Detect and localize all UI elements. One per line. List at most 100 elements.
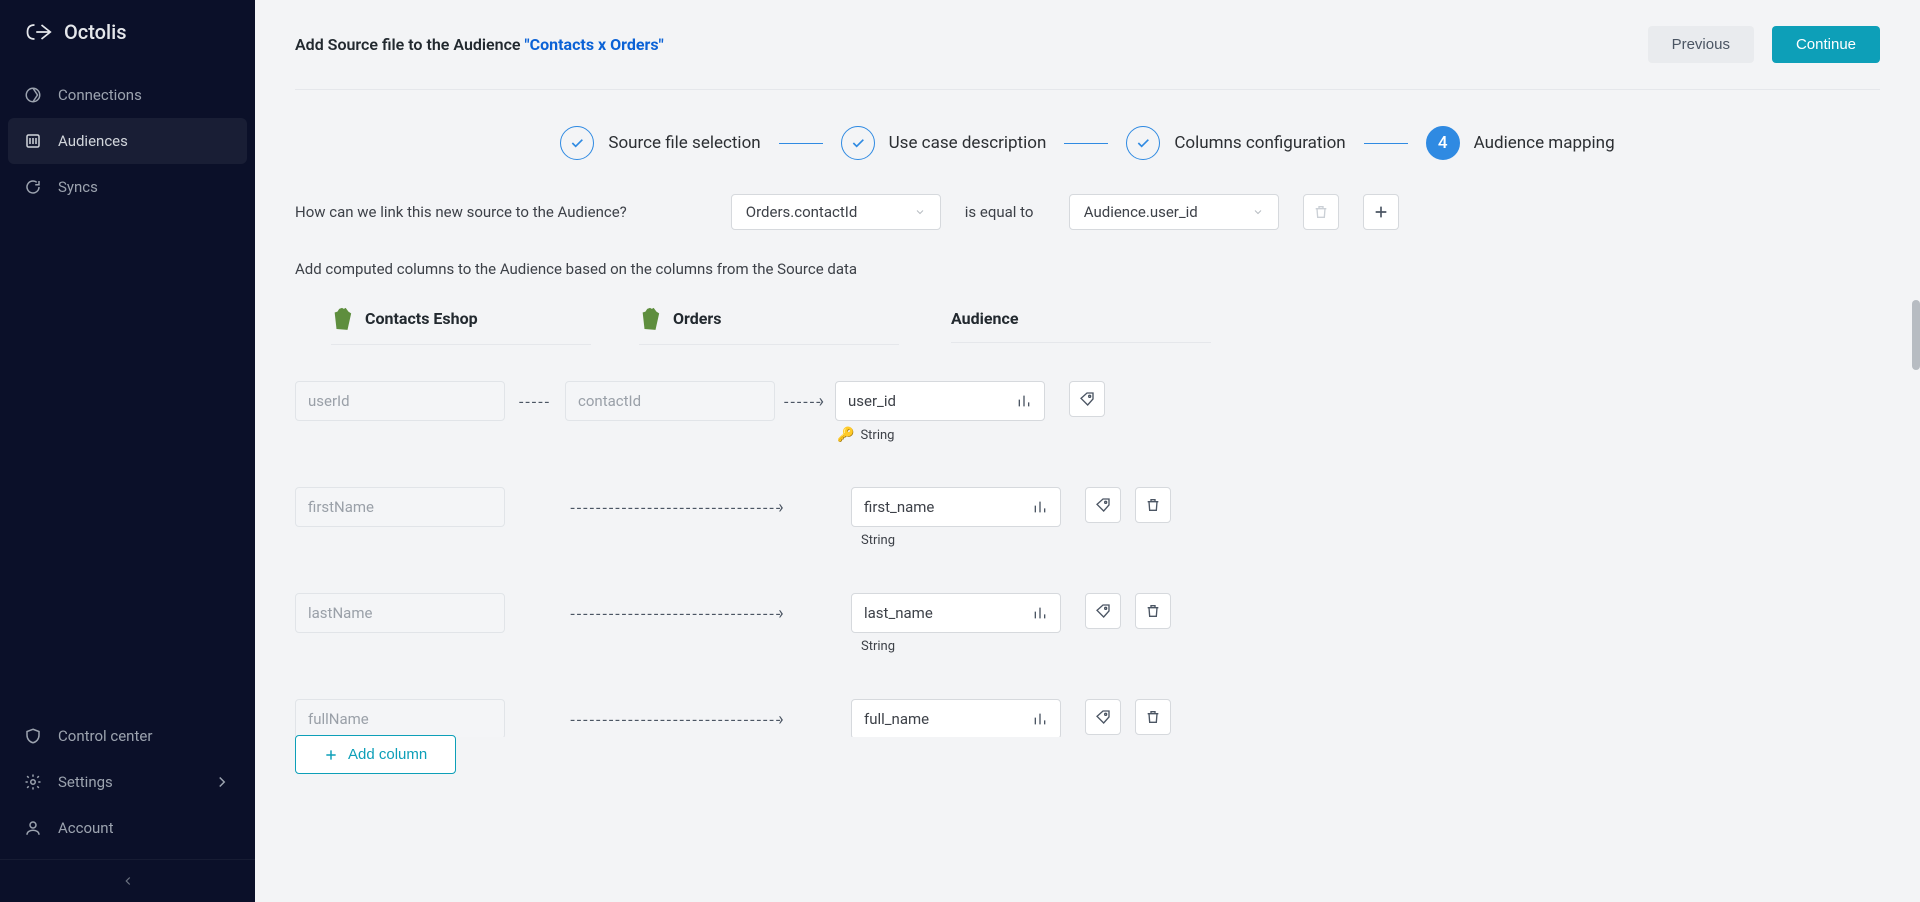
step-label: Audience mapping (1474, 133, 1615, 153)
row-actions (1045, 381, 1105, 417)
trash-icon (1313, 204, 1329, 220)
audience-field-value: last_name (864, 604, 933, 622)
bar-chart-icon (1032, 605, 1048, 621)
delete-row-button[interactable] (1135, 487, 1171, 523)
page-header: Add Source file to the Audience "Contact… (295, 26, 1880, 90)
step-use-case-description: Use case description (841, 126, 1047, 160)
connector-arrow: ---------------------------------› (505, 487, 851, 527)
tag-button[interactable] (1085, 699, 1121, 735)
sidebar: Octolis Connections Audiences Syncs Cont… (0, 0, 255, 902)
connections-icon (24, 86, 42, 104)
source1-field-box: userId (295, 381, 505, 421)
step-connector (1364, 143, 1408, 144)
tag-button[interactable] (1085, 487, 1121, 523)
chevron-down-icon (914, 206, 926, 218)
audience-type-label: String (851, 533, 1061, 548)
step-label: Columns configuration (1174, 133, 1345, 153)
scrollbar-indicator[interactable] (1912, 300, 1920, 370)
column-header-label: Audience (951, 309, 1018, 328)
stepper: Source file selection Use case descripti… (295, 90, 1880, 190)
user-icon (24, 819, 42, 837)
tag-button[interactable] (1085, 593, 1121, 629)
step-audience-mapping: 4 Audience mapping (1426, 126, 1615, 160)
octolis-logo-icon (24, 21, 52, 43)
previous-button[interactable]: Previous (1648, 26, 1754, 63)
connector-arrow: ---------------------------------› (505, 593, 851, 633)
app-name: Octolis (64, 20, 126, 44)
sidebar-item-syncs[interactable]: Syncs (0, 164, 255, 210)
sidebar-item-label: Settings (58, 773, 113, 791)
sidebar-item-account[interactable]: Account (0, 805, 255, 851)
audience-field-wrap: first_name String (851, 487, 1061, 548)
column-headers: Contacts Eshop Orders Audience (295, 296, 1880, 359)
check-icon (841, 126, 875, 160)
delete-row-button[interactable] (1135, 699, 1171, 735)
mapping-row: firstName ------------------------------… (295, 465, 1880, 571)
mapping-row: lastName -------------------------------… (295, 571, 1880, 677)
tag-button[interactable] (1069, 381, 1105, 417)
sidebar-item-control-center[interactable]: Control center (0, 713, 255, 759)
audience-field-select[interactable]: Audience.user_id (1069, 194, 1279, 230)
plus-icon (1373, 204, 1389, 220)
audience-field-input[interactable]: user_id (835, 381, 1045, 421)
audience-field-input[interactable]: last_name (851, 593, 1061, 633)
mapping-row: fullName -------------------------------… (295, 677, 1880, 737)
nav-top: Connections Audiences Syncs (0, 64, 255, 713)
continue-button[interactable]: Continue (1772, 26, 1880, 63)
mapping-row: userId ----- contactId ------› user_id 🔑… (295, 359, 1880, 465)
trash-icon (1145, 497, 1161, 513)
add-condition-button[interactable] (1363, 194, 1399, 230)
audience-field-input[interactable]: full_name (851, 699, 1061, 737)
check-icon (1126, 126, 1160, 160)
step-label: Source file selection (608, 133, 760, 153)
shopify-icon (331, 306, 353, 330)
audience-field-value: first_name (864, 498, 934, 516)
column-header-source2: Orders (639, 306, 899, 345)
bar-chart-icon (1032, 711, 1048, 727)
section-subhead: Add computed columns to the Audience bas… (295, 260, 1880, 296)
audience-type-label: 🔑String (835, 427, 1045, 443)
add-column-label: Add column (348, 746, 427, 763)
chevron-right-icon (213, 773, 231, 791)
syncs-icon (24, 178, 42, 196)
row-actions (1061, 593, 1171, 629)
nav-bottom: Control center Settings Account (0, 713, 255, 859)
audience-field-value: full_name (864, 710, 929, 728)
mapping-rows: userId ----- contactId ------› user_id 🔑… (295, 359, 1880, 737)
link-condition-row: How can we link this new source to the A… (295, 190, 1880, 260)
sidebar-item-connections[interactable]: Connections (0, 72, 255, 118)
audience-field-input[interactable]: first_name (851, 487, 1061, 527)
trash-icon (1145, 709, 1161, 725)
page-title: Add Source file to the Audience "Contact… (295, 35, 664, 54)
step-number-badge: 4 (1426, 126, 1460, 160)
step-connector (779, 143, 823, 144)
step-connector (1064, 143, 1108, 144)
plus-icon (324, 748, 338, 762)
column-header-label: Contacts Eshop (365, 309, 478, 328)
delete-row-button[interactable] (1135, 593, 1171, 629)
sidebar-item-label: Account (58, 819, 114, 837)
gear-icon (24, 773, 42, 791)
bar-chart-icon (1032, 499, 1048, 515)
main-content: Add Source file to the Audience "Contact… (255, 0, 1920, 902)
source-field-select[interactable]: Orders.contactId (731, 194, 941, 230)
sidebar-item-label: Control center (58, 727, 152, 745)
column-header-label: Orders (673, 309, 721, 328)
sidebar-item-audiences[interactable]: Audiences (8, 118, 247, 164)
row-actions (1061, 487, 1171, 523)
select-value: Audience.user_id (1084, 203, 1198, 221)
app-logo: Octolis (0, 0, 255, 64)
step-columns-configuration: Columns configuration (1126, 126, 1345, 160)
add-column-button[interactable]: Add column (295, 735, 456, 774)
audience-field-wrap: user_id 🔑String (835, 381, 1045, 443)
source1-field-box: lastName (295, 593, 505, 633)
tag-icon (1079, 391, 1095, 407)
shield-icon (24, 727, 42, 745)
sidebar-item-settings[interactable]: Settings (0, 759, 255, 805)
shopify-icon (639, 306, 661, 330)
bar-chart-icon (1016, 393, 1032, 409)
connector-dash: ----- (505, 381, 565, 421)
mapping-area: Contacts Eshop Orders Audience userId --… (295, 296, 1880, 774)
trash-icon (1145, 603, 1161, 619)
sidebar-collapse-button[interactable] (0, 859, 255, 902)
